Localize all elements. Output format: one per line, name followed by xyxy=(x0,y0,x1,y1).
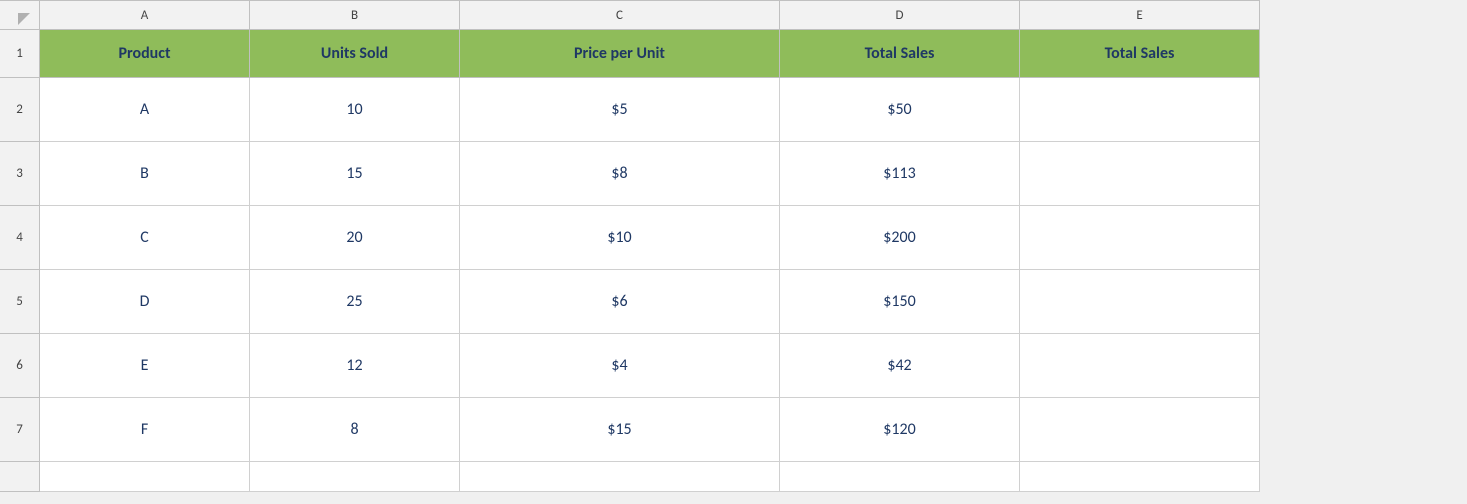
cell-7d[interactable]: $120 xyxy=(780,398,1020,462)
cell-8b[interactable] xyxy=(250,462,460,492)
cell-3d[interactable]: $113 xyxy=(780,142,1020,206)
data-row-empty xyxy=(40,462,1260,492)
col-header-c[interactable]: C xyxy=(460,0,780,30)
cell-6c[interactable]: $4 xyxy=(460,334,780,398)
row-number-1[interactable]: 1 xyxy=(0,30,40,78)
cell-2b[interactable]: 10 xyxy=(250,78,460,142)
data-row-3: B 15 $8 $113 xyxy=(40,142,1260,206)
cell-1c[interactable]: Price per Unit xyxy=(460,30,780,78)
cell-2d[interactable]: $50 xyxy=(780,78,1020,142)
col-header-d[interactable]: D xyxy=(780,0,1020,30)
header-data-row: Product Units Sold Price per Unit Total … xyxy=(40,30,1260,78)
cell-7c[interactable]: $15 xyxy=(460,398,780,462)
row-number-2[interactable]: 2 xyxy=(0,78,40,142)
row-headers: 1 2 3 4 5 6 7 xyxy=(0,0,40,492)
cell-4c[interactable]: $10 xyxy=(460,206,780,270)
cell-5b[interactable]: 25 xyxy=(250,270,460,334)
row-number-3[interactable]: 3 xyxy=(0,142,40,206)
cell-3e[interactable] xyxy=(1020,142,1260,206)
data-row-6: E 12 $4 $42 xyxy=(40,334,1260,398)
row-number-8[interactable] xyxy=(0,462,40,492)
data-row-5: D 25 $6 $150 xyxy=(40,270,1260,334)
cell-6d[interactable]: $42 xyxy=(780,334,1020,398)
cell-8c[interactable] xyxy=(460,462,780,492)
cell-4b[interactable]: 20 xyxy=(250,206,460,270)
corner-cell xyxy=(0,0,40,30)
col-header-b[interactable]: B xyxy=(250,0,460,30)
cell-6e[interactable] xyxy=(1020,334,1260,398)
cell-4a[interactable]: C xyxy=(40,206,250,270)
spreadsheet: 1 2 3 4 5 6 7 A B C D E Product Units So… xyxy=(0,0,1260,492)
cell-2a[interactable]: A xyxy=(40,78,250,142)
cell-4e[interactable] xyxy=(1020,206,1260,270)
row-number-4[interactable]: 4 xyxy=(0,206,40,270)
cell-1e[interactable]: Total Sales xyxy=(1020,30,1260,78)
data-row-7: F 8 $15 $120 xyxy=(40,398,1260,462)
cell-1b[interactable]: Units Sold xyxy=(250,30,460,78)
cell-5c[interactable]: $6 xyxy=(460,270,780,334)
cell-1d[interactable]: Total Sales xyxy=(780,30,1020,78)
cell-7e[interactable] xyxy=(1020,398,1260,462)
cell-1a[interactable]: Product xyxy=(40,30,250,78)
cell-2c[interactable]: $5 xyxy=(460,78,780,142)
row-number-5[interactable]: 5 xyxy=(0,270,40,334)
cell-4d[interactable]: $200 xyxy=(780,206,1020,270)
cell-5a[interactable]: D xyxy=(40,270,250,334)
cell-5d[interactable]: $150 xyxy=(780,270,1020,334)
row-number-7[interactable]: 7 xyxy=(0,398,40,462)
main-grid: A B C D E Product Units Sold Price per U… xyxy=(40,0,1260,492)
cell-3a[interactable]: B xyxy=(40,142,250,206)
cell-6a[interactable]: E xyxy=(40,334,250,398)
cell-6b[interactable]: 12 xyxy=(250,334,460,398)
cell-7b[interactable]: 8 xyxy=(250,398,460,462)
cell-3b[interactable]: 15 xyxy=(250,142,460,206)
row-number-6[interactable]: 6 xyxy=(0,334,40,398)
cell-8e[interactable] xyxy=(1020,462,1260,492)
col-header-a[interactable]: A xyxy=(40,0,250,30)
cell-2e[interactable] xyxy=(1020,78,1260,142)
column-headers-row: A B C D E xyxy=(40,0,1260,30)
col-header-e[interactable]: E xyxy=(1020,0,1260,30)
cell-5e[interactable] xyxy=(1020,270,1260,334)
cell-8d[interactable] xyxy=(780,462,1020,492)
data-row-4: C 20 $10 $200 xyxy=(40,206,1260,270)
cell-8a[interactable] xyxy=(40,462,250,492)
cell-3c[interactable]: $8 xyxy=(460,142,780,206)
data-row-2: A 10 $5 $50 xyxy=(40,78,1260,142)
cell-7a[interactable]: F xyxy=(40,398,250,462)
